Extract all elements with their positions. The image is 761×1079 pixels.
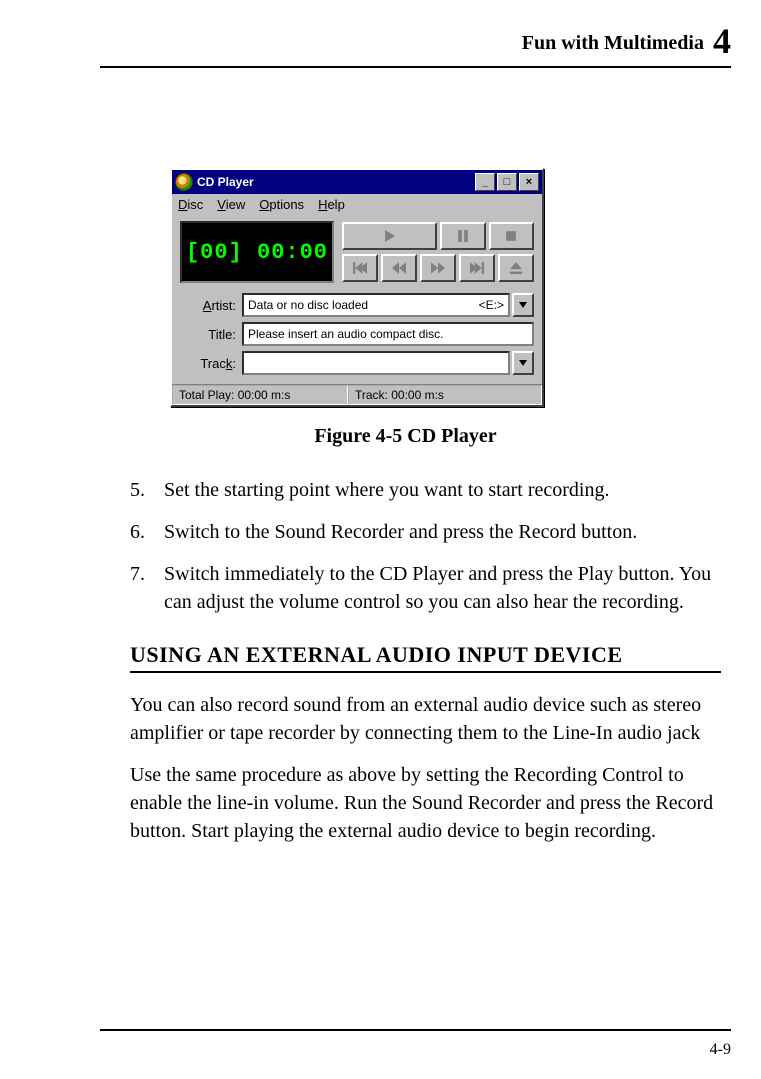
minimize-button[interactable]: _ xyxy=(475,173,495,191)
cdplayer-window: CD Player _ □ × Disc View Options Help [… xyxy=(170,168,544,407)
artist-label: Artist: xyxy=(180,298,242,313)
title-field[interactable]: Please insert an audio compact disc. xyxy=(242,322,534,346)
menubar: Disc View Options Help xyxy=(172,194,542,215)
section-heading: USING AN EXTERNAL AUDIO INPUT DEVICE xyxy=(130,642,721,673)
track-field[interactable] xyxy=(242,351,510,375)
window-title: CD Player xyxy=(197,175,473,189)
stop-button[interactable] xyxy=(489,222,534,250)
artist-value: Data or no disc loaded xyxy=(248,298,368,312)
menu-options[interactable]: Options xyxy=(259,197,304,212)
title-label: Title: xyxy=(180,327,242,342)
titlebar[interactable]: CD Player _ □ × xyxy=(172,170,542,194)
menu-help[interactable]: Help xyxy=(318,197,345,212)
track-dropdown-button[interactable] xyxy=(512,351,534,375)
menu-view[interactable]: View xyxy=(217,197,245,212)
step-list: 5. Set the starting point where you want… xyxy=(130,476,721,616)
pause-button[interactable] xyxy=(440,222,485,250)
page-number: 4-9 xyxy=(710,1041,731,1059)
status-total-play: Total Play: 00:00 m:s xyxy=(172,385,348,405)
eject-button[interactable] xyxy=(498,254,534,282)
chapter-number: 4 xyxy=(713,21,731,61)
artist-field[interactable]: Data or no disc loaded <E:> xyxy=(242,293,510,317)
artist-drive: <E:> xyxy=(479,298,504,312)
statusbar: Total Play: 00:00 m:s Track: 00:00 m:s xyxy=(172,384,542,405)
cd-icon xyxy=(175,173,193,191)
figure-cdplayer: CD Player _ □ × Disc View Options Help [… xyxy=(170,168,721,407)
footer-rule xyxy=(100,1029,731,1031)
time-display: [00] 00:00 xyxy=(180,221,334,283)
track-label: Track: xyxy=(180,356,242,371)
prev-track-button[interactable] xyxy=(342,254,378,282)
step-6: 6. Switch to the Sound Recorder and pres… xyxy=(130,518,721,546)
title-value: Please insert an audio compact disc. xyxy=(248,327,443,341)
page-header: Fun with Multimedia 4 xyxy=(100,20,731,68)
maximize-button[interactable]: □ xyxy=(497,173,517,191)
play-button[interactable] xyxy=(342,222,437,250)
step-5: 5. Set the starting point where you want… xyxy=(130,476,721,504)
next-track-button[interactable] xyxy=(459,254,495,282)
paragraph-2: Use the same procedure as above by setti… xyxy=(130,761,721,845)
forward-button[interactable] xyxy=(420,254,456,282)
paragraph-1: You can also record sound from an extern… xyxy=(130,691,721,747)
step-7: 7. Switch immediately to the CD Player a… xyxy=(130,560,721,616)
menu-disc[interactable]: Disc xyxy=(178,197,203,212)
figure-caption: Figure 4-5 CD Player xyxy=(90,425,721,448)
rewind-button[interactable] xyxy=(381,254,417,282)
header-title: Fun with Multimedia xyxy=(522,32,704,54)
status-track-time: Track: 00:00 m:s xyxy=(348,385,542,405)
close-button[interactable]: × xyxy=(519,173,539,191)
artist-dropdown-button[interactable] xyxy=(512,293,534,317)
